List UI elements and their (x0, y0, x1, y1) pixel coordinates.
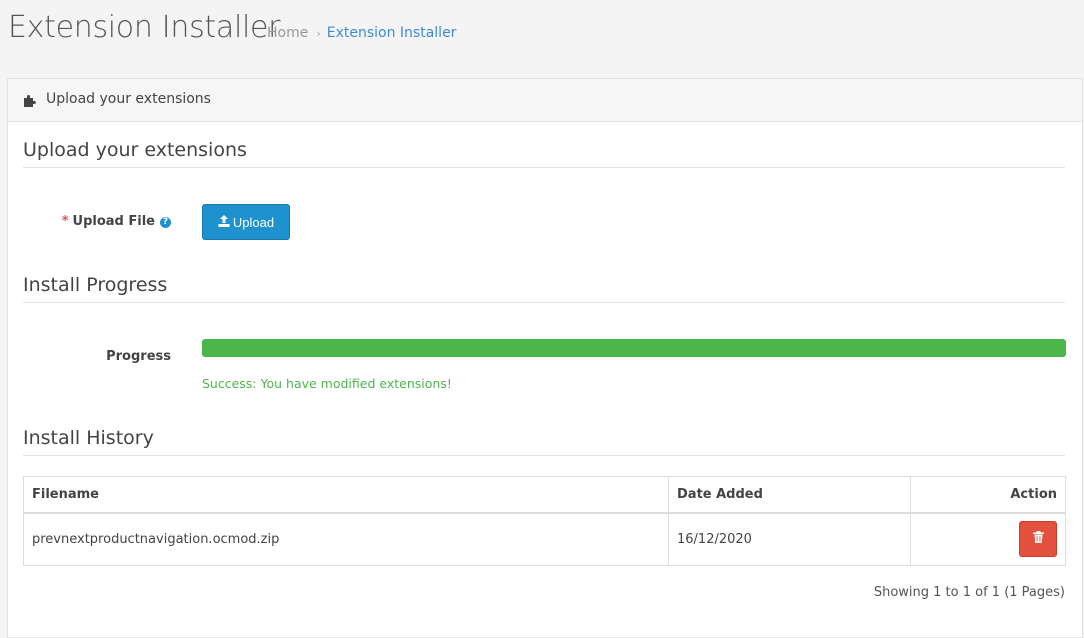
pagination-info: Showing 1 to 1 of 1 (1 Pages) (873, 585, 1065, 600)
date-added-cell: 16/12/2020 (668, 512, 911, 566)
history-table: Filename Date Added Action prevnextprodu… (23, 476, 1066, 566)
action-cell (910, 512, 1066, 566)
upload-file-label-text: Upload File (72, 214, 155, 229)
trash-icon (1032, 531, 1044, 547)
page-header: Extension Installer Home › Extension Ins… (0, 0, 1084, 62)
panel-heading: Upload your extensions (8, 79, 1082, 122)
upload-legend: Upload your extensions (23, 139, 1065, 168)
filename-cell: prevnextproductnavigation.ocmod.zip (23, 512, 669, 566)
upload-button[interactable]: Upload (202, 204, 290, 240)
required-mark: * (61, 214, 69, 229)
date-added-header: Date Added (668, 476, 911, 514)
table-header-row: Filename Date Added Action (23, 476, 1066, 514)
breadcrumb-home-link[interactable]: Home (267, 25, 308, 41)
panel-heading-title: Upload your extensions (46, 91, 211, 107)
history-legend: Install History (23, 427, 1065, 456)
progress-label: Progress (106, 349, 171, 364)
delete-button[interactable] (1019, 521, 1057, 558)
breadcrumb-extension-installer-link[interactable]: Extension Installer (327, 25, 457, 41)
upload-file-label: * Upload File? (62, 214, 171, 229)
upload-icon (218, 214, 230, 230)
upload-button-label: Upload (232, 214, 275, 230)
progress-legend: Install Progress (23, 274, 1065, 303)
page-title: Extension Installer (8, 10, 281, 45)
puzzle-icon (23, 93, 37, 107)
breadcrumb: Home › Extension Installer (267, 25, 456, 41)
filename-header: Filename (23, 476, 669, 514)
upload-panel: Upload your extensions Upload your exten… (7, 78, 1083, 638)
table-row: prevnextproductnavigation.ocmod.zip 16/1… (23, 512, 1066, 566)
action-header: Action (910, 476, 1066, 514)
help-icon[interactable]: ? (160, 217, 171, 228)
progress-track (202, 339, 1066, 357)
progress-bar-fill (202, 339, 1066, 357)
breadcrumb-separator: › (316, 26, 321, 40)
progress-success-message: Success: You have modified extensions! (202, 376, 452, 391)
